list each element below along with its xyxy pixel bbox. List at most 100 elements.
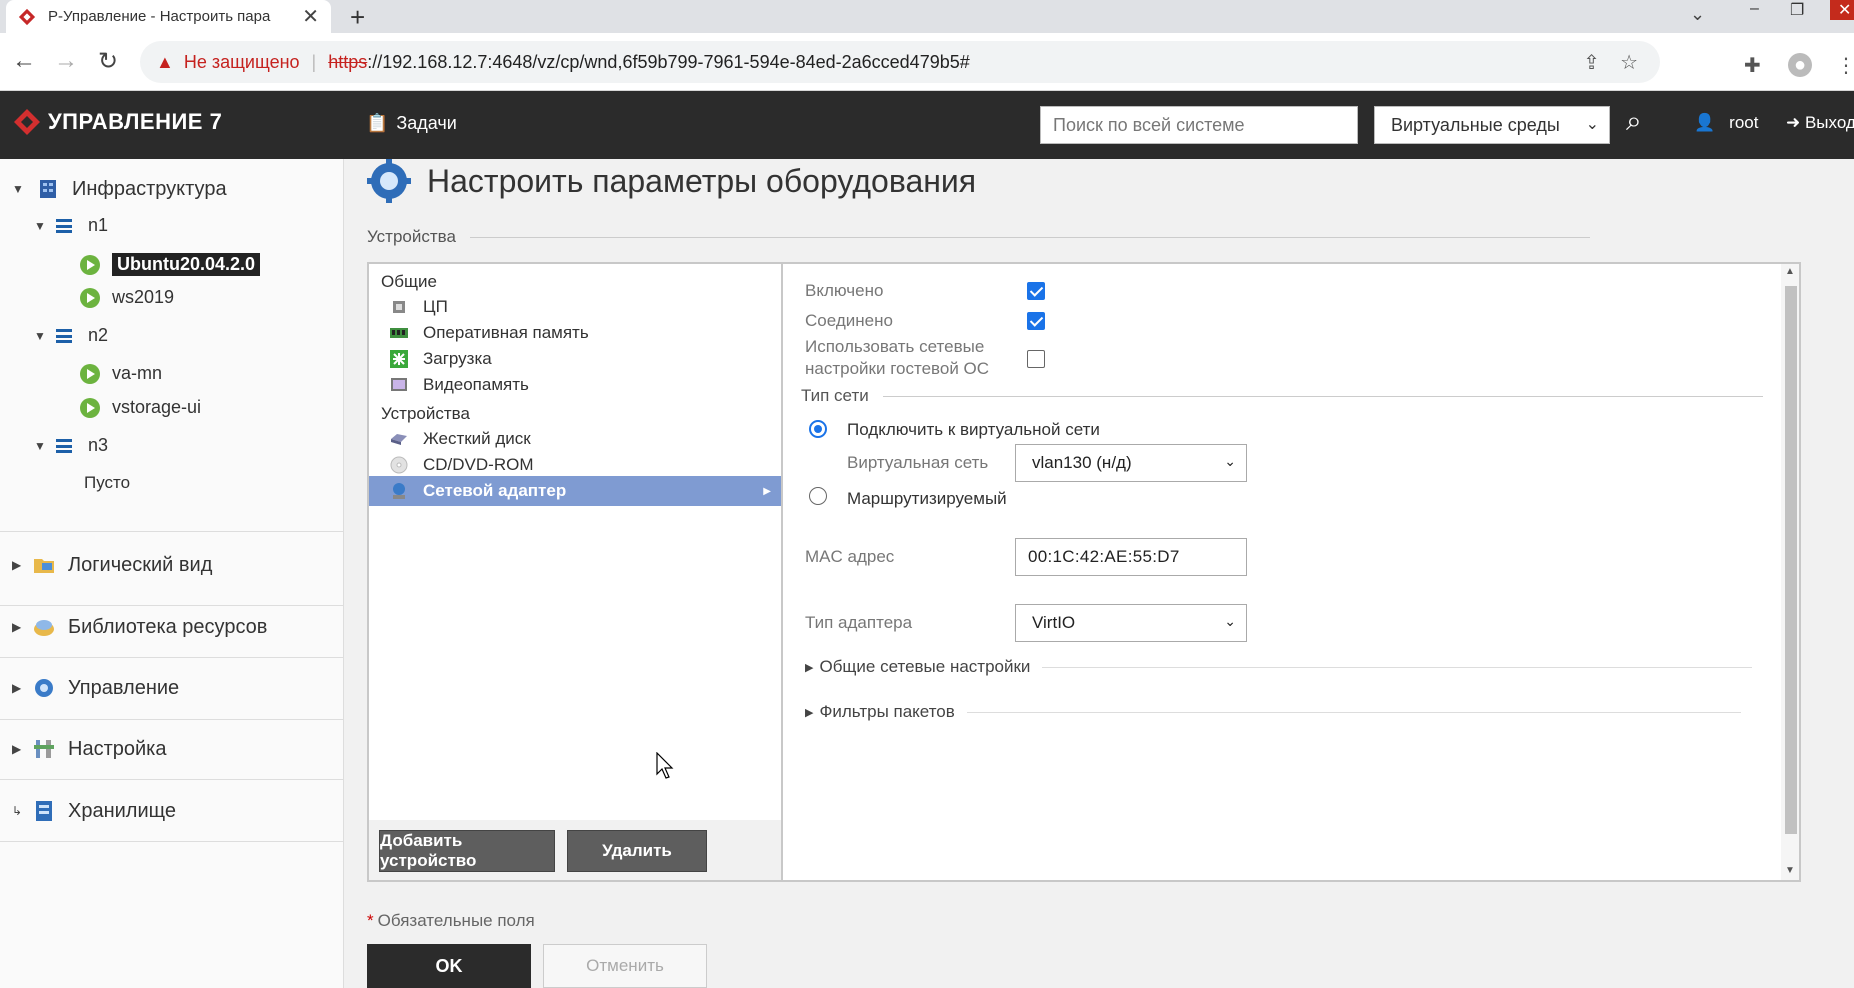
connected-checkbox[interactable]	[1027, 312, 1045, 330]
logout-label: Выход	[1804, 113, 1854, 132]
tab-search-chevron-icon[interactable]: ⌄	[1690, 4, 1705, 25]
profile-avatar-icon[interactable]: ●	[1788, 53, 1812, 77]
virtual-net-select-value: vlan130 (н/д)	[1032, 453, 1132, 472]
brand-logo-icon	[14, 109, 40, 135]
node-label: n1	[88, 215, 109, 235]
device-item-video[interactable]: Видеопамять	[369, 370, 781, 400]
new-tab-icon[interactable]: +	[350, 2, 365, 33]
app-header: УПРАВЛЕНИЕ 7 📋 Задачи Поиск по всей сист…	[0, 91, 1854, 159]
node-label: n2	[88, 325, 109, 345]
security-warning-text[interactable]: Не защищено	[184, 52, 300, 73]
logout-link[interactable]: ➜ Выход	[1786, 113, 1854, 133]
empty-node-text: Пусто	[84, 473, 131, 492]
mac-address-input[interactable]: 00:1C:42:AE:55:D7	[1015, 538, 1247, 576]
virtual-network-radio-label[interactable]: Подключить к виртуальной сети	[847, 420, 1100, 440]
address-bar-row: ← → ↻ ▲ Не защищено | https ://192.168.1…	[0, 33, 1854, 91]
sidebar-section-management[interactable]: ▶ Управление	[12, 676, 179, 700]
environment-select[interactable]: Виртуальные среды ⌄	[1374, 106, 1610, 144]
delete-device-button[interactable]: Удалить	[567, 830, 707, 872]
ok-button[interactable]: OK	[367, 944, 531, 988]
routed-radio[interactable]	[809, 487, 827, 505]
share-icon[interactable]: ⇪	[1583, 50, 1600, 75]
omnibox-divider: |	[311, 51, 317, 72]
device-group-devices: Устройства	[381, 404, 470, 423]
adapter-type-label: Тип адаптера	[805, 613, 913, 632]
reload-icon[interactable]: ↻	[98, 47, 118, 76]
device-item-label: Жесткий диск	[423, 429, 531, 448]
search-icon[interactable]: ⌕	[1626, 105, 1642, 138]
restore-icon[interactable]: ❐	[1790, 0, 1804, 20]
sidebar-divider	[0, 841, 344, 842]
expand-triangle-icon[interactable]: ▼	[34, 439, 50, 453]
scroll-up-icon[interactable]: ▲	[1785, 266, 1795, 277]
scrollbar-thumb[interactable]	[1785, 286, 1797, 834]
expand-triangle-icon[interactable]: ▼	[34, 329, 50, 343]
tree-item-node-n2[interactable]: ▼ n2	[34, 325, 108, 346]
collapsed-triangle-icon[interactable]: ▶	[12, 558, 28, 572]
tasks-link[interactable]: 📋 Задачи	[366, 113, 457, 134]
browser-tab-bar: Р-Управление - Настроить пара ✕ + ⌄ – ❐ …	[0, 0, 1854, 33]
global-search-input[interactable]: Поиск по всей системе	[1040, 106, 1358, 144]
sidebar-section-storage[interactable]: ↳ Хранилище	[12, 799, 176, 823]
minimize-icon[interactable]: –	[1750, 0, 1759, 18]
packet-filters-expander[interactable]: ▶ Фильтры пакетов	[805, 702, 1741, 722]
adapter-type-select[interactable]: VirtIO ⌄	[1015, 604, 1247, 642]
scroll-down-icon[interactable]: ▼	[1785, 865, 1795, 876]
tree-item-infrastructure[interactable]: ▼ Инфраструктура	[12, 177, 227, 201]
virtual-net-select[interactable]: vlan130 (н/д) ⌄	[1015, 444, 1247, 482]
sidebar-section-logical-view[interactable]: ▶ Логический вид	[12, 553, 212, 577]
device-item-label: Сетевой адаптер	[423, 481, 567, 500]
tree-item-vm[interactable]: vstorage-ui	[80, 397, 201, 418]
server-icon	[56, 218, 72, 233]
device-item-label: Загрузка	[423, 349, 492, 368]
connected-label: Соединено	[805, 311, 893, 330]
tree-item-node-n3[interactable]: ▼ n3	[34, 435, 108, 456]
device-item-label: ЦП	[423, 297, 448, 316]
forward-icon[interactable]: →	[54, 47, 78, 75]
add-device-button[interactable]: Добавить устройство	[379, 830, 555, 872]
sidebar-section-resource-library[interactable]: ▶ Библиотека ресурсов	[12, 615, 267, 639]
sidebar-divider	[0, 719, 344, 720]
expand-triangle-icon[interactable]: ▼	[34, 219, 50, 233]
routed-radio-label[interactable]: Маршрутизируемый	[847, 489, 1007, 509]
extensions-icon[interactable]: ✚	[1744, 53, 1761, 78]
memory-icon	[390, 328, 408, 338]
tree-item-vm[interactable]: va-mn	[80, 363, 162, 384]
virtual-network-radio[interactable]	[809, 420, 827, 438]
collapsed-triangle-icon[interactable]: ▶	[12, 742, 28, 756]
brand-logo[interactable]: УПРАВЛЕНИЕ 7	[12, 107, 222, 137]
collapsed-triangle-icon: ▶	[805, 706, 814, 719]
page-title: Настроить параметры оборудования	[367, 159, 976, 203]
enabled-checkbox[interactable]	[1027, 282, 1045, 300]
sidebar-section-label: Хранилище	[68, 799, 176, 822]
general-network-settings-expander[interactable]: ▶ Общие сетевые настройки	[805, 657, 1753, 677]
collapsed-triangle-icon[interactable]: ▶	[12, 681, 28, 695]
properties-scrollbar[interactable]: ▲ ▼	[1781, 264, 1799, 880]
vm-label: ws2019	[112, 287, 175, 307]
chevron-down-icon: ⌄	[1585, 116, 1599, 133]
device-item-network-adapter[interactable]: Сетевой адаптер ▶	[369, 476, 781, 506]
node-label: n3	[88, 435, 109, 455]
url-omnibox[interactable]: ▲ Не защищено | https ://192.168.12.7:46…	[140, 41, 1660, 83]
guest-net-settings-checkbox[interactable]	[1027, 350, 1045, 368]
browser-tab[interactable]: Р-Управление - Настроить пара ✕	[6, 0, 331, 33]
browser-menu-icon[interactable]: ⋮	[1836, 53, 1854, 78]
window-close-icon[interactable]: ✕	[1830, 0, 1854, 20]
collapsed-triangle-icon[interactable]: ▶	[12, 620, 28, 634]
user-menu[interactable]: 👤 root	[1694, 113, 1758, 133]
infrastructure-icon	[40, 180, 56, 198]
running-vm-icon	[80, 363, 100, 384]
bookmark-star-icon[interactable]: ☆	[1620, 50, 1638, 75]
back-icon[interactable]: ←	[12, 47, 36, 75]
expand-triangle-icon[interactable]: ▼	[12, 182, 28, 196]
cancel-button[interactable]: Отменить	[543, 944, 707, 988]
sidebar-section-settings[interactable]: ▶ Настройка	[12, 737, 166, 761]
guest-net-label-line2: настройки гостевой ОС	[805, 359, 990, 378]
tree-item-vm[interactable]: Ubuntu20.04.2.0	[80, 253, 261, 276]
close-tab-icon[interactable]: ✕	[302, 4, 319, 29]
tree-item-vm[interactable]: ws2019	[80, 287, 174, 308]
collapsed-triangle-icon[interactable]: ↳	[12, 804, 28, 818]
page-title-text: Настроить параметры оборудования	[427, 162, 977, 199]
tree-item-node-n1[interactable]: ▼ n1	[34, 215, 108, 236]
expander-label: Общие сетевые настройки	[819, 657, 1031, 676]
